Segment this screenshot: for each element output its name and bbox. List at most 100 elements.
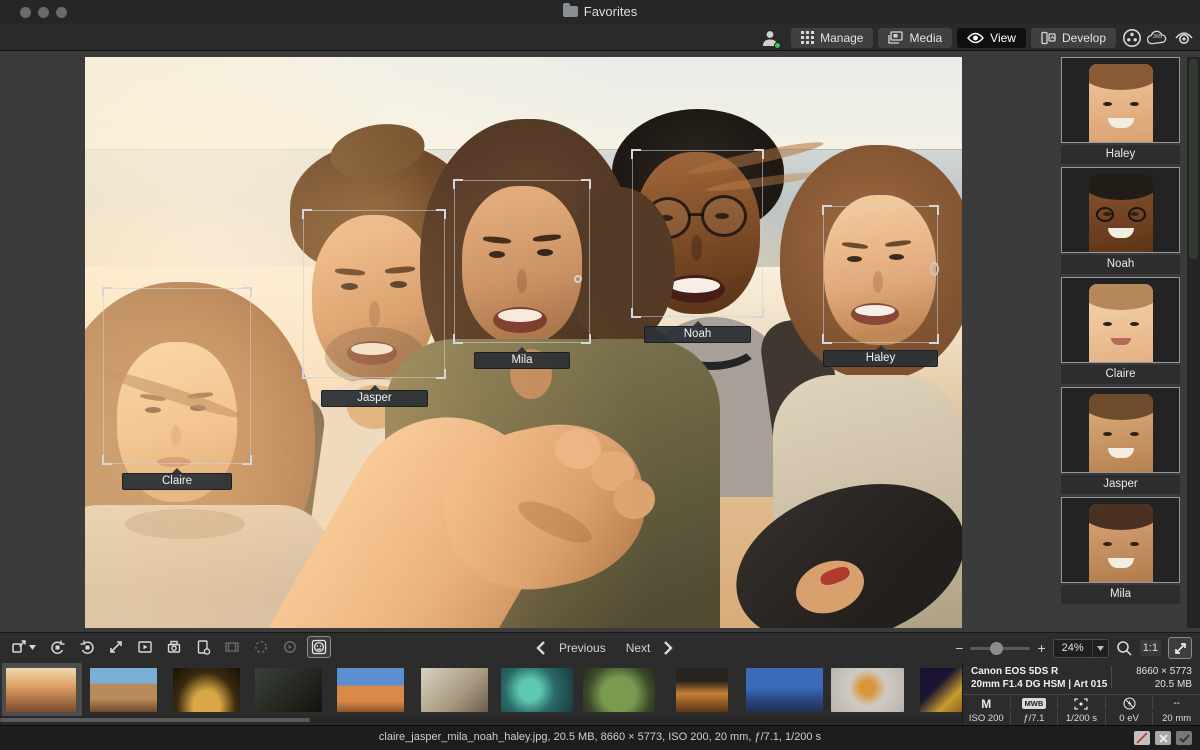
actual-size-button[interactable] (104, 636, 128, 658)
tab-develop-label: Develop (1062, 31, 1106, 45)
filmstrip-thumb-canyon-dam[interactable] (90, 668, 157, 712)
tab-view[interactable]: View (957, 28, 1026, 48)
slideshow-button[interactable] (133, 636, 157, 658)
flash-value: -- (1173, 698, 1180, 709)
zoom-out-button[interactable]: − (955, 640, 963, 656)
fit-image-button[interactable] (1168, 637, 1192, 659)
person-name-mila[interactable]: Mila (1061, 585, 1180, 604)
person-cell-noah[interactable]: Noah (1061, 167, 1180, 274)
panel-scrollbar-thumb[interactable] (1189, 59, 1198, 259)
filmstrip-scrollbar[interactable] (0, 717, 962, 723)
thumb-eye (1130, 322, 1139, 326)
person-name-haley[interactable]: Haley (1061, 145, 1180, 164)
filmstrip-thumb-group-selfie[interactable] (6, 668, 76, 712)
thumb-hair (1089, 64, 1153, 90)
selection-button[interactable] (249, 636, 273, 658)
person-cell-claire[interactable]: Claire (1061, 277, 1180, 384)
face-box-claire[interactable] (103, 288, 251, 464)
flash-off-icon (1123, 697, 1136, 710)
person-cell-haley[interactable]: Haley (1061, 57, 1180, 164)
tab-manage[interactable]: Manage (791, 28, 873, 48)
face-box-noah[interactable] (632, 150, 763, 317)
filmstrip-thumb-amber-necklace[interactable] (831, 668, 904, 712)
quick-view-icon[interactable] (1173, 27, 1194, 48)
face-box-haley[interactable] (823, 206, 938, 343)
previous-button[interactable]: Previous (559, 641, 606, 655)
thumb-smile (1108, 118, 1134, 128)
tab-view-label: View (990, 31, 1016, 45)
rotate-left-button[interactable] (46, 636, 70, 658)
person-name-jasper[interactable]: Jasper (1061, 475, 1180, 494)
next-button[interactable]: Next (626, 641, 651, 655)
filmstrip-thumb-castle-dusk[interactable] (746, 668, 823, 712)
person-thumb-jasper[interactable] (1061, 387, 1180, 473)
corner-bracket (631, 308, 641, 318)
filmstrip-thumb-cactus[interactable] (583, 668, 655, 712)
reject-flag-icon[interactable] (1134, 731, 1150, 745)
person-cell-jasper[interactable]: Jasper (1061, 387, 1180, 494)
tab-develop[interactable]: Develop (1031, 28, 1116, 48)
face-tag-jasper[interactable]: Jasper (321, 390, 428, 407)
corner-bracket (929, 205, 939, 215)
zoom-in-button[interactable]: + (1037, 640, 1045, 656)
exif-info-panel: Canon EOS 5DS R 8660 × 5773 20mm F1.4 DG… (962, 662, 1200, 725)
cloud-365-icon[interactable]: 365 (1147, 27, 1168, 48)
zoom-level-dropdown[interactable]: 24% (1053, 639, 1109, 658)
face-tag-haley[interactable]: Haley (823, 350, 938, 367)
filmstrip-thumb-dark-statue[interactable] (255, 668, 322, 712)
face-box-jasper[interactable] (303, 210, 445, 378)
filmstrip-thumb-golden-temple[interactable] (920, 668, 962, 712)
filmstrip-thumb-sepia-etching[interactable] (421, 668, 488, 712)
shutter-value: 1/200 s (1058, 712, 1106, 726)
corner-bracket (302, 369, 312, 379)
corner-bracket (453, 334, 463, 344)
tag-check-icon[interactable] (1176, 731, 1192, 745)
clear-flag-icon[interactable] (1155, 731, 1171, 745)
person-thumb-mila[interactable] (1061, 497, 1180, 583)
ev-value: 0 eV (1106, 712, 1154, 726)
person-thumb-claire[interactable] (1061, 277, 1180, 363)
auto-advance-button[interactable] (278, 636, 302, 658)
top-toolbar: Manage Media View Develop 365 (0, 24, 1200, 51)
person-name-noah[interactable]: Noah (1061, 255, 1180, 274)
filmstrip-scrollbar-thumb[interactable] (0, 718, 310, 722)
person-name-claire[interactable]: Claire (1061, 365, 1180, 384)
photo-canvas[interactable]: Claire Jasper Mila Noah Haley (85, 57, 962, 628)
title-bar: Favorites (0, 0, 1200, 24)
viewer-toolbar: Previous Next − + 24% 1:1 (0, 632, 1200, 662)
corner-bracket (436, 209, 446, 219)
face-tag-mila[interactable]: Mila (474, 352, 570, 369)
person-thumb-haley[interactable] (1061, 57, 1180, 143)
info-divider (1111, 666, 1112, 688)
zoom-slider-thumb[interactable] (990, 642, 1003, 655)
person-thumb-noah[interactable] (1061, 167, 1180, 253)
zoom-slider[interactable] (970, 647, 1030, 650)
filmstrip-thumb-desert-ridge[interactable] (337, 668, 404, 712)
panel-scrollbar[interactable] (1187, 57, 1200, 628)
corner-bracket (631, 149, 641, 159)
account-icon[interactable] (760, 28, 780, 48)
filmstrip-thumb-teal-gear[interactable] (501, 668, 573, 712)
chevron-right-icon (664, 641, 673, 655)
person-cell-mila[interactable]: Mila (1061, 497, 1180, 604)
thumb-hair (1089, 394, 1153, 420)
filmstrip-thumb-canyon-night[interactable] (676, 668, 728, 712)
focus-mode-icon (1074, 698, 1088, 710)
face-box-mila[interactable] (454, 180, 590, 343)
filmstrip-thumb-night-arch[interactable] (173, 668, 240, 712)
export-button[interactable] (5, 636, 41, 658)
filmstrip-toggle-button[interactable] (220, 636, 244, 658)
rotate-right-button[interactable] (75, 636, 99, 658)
extract-frame-button[interactable] (191, 636, 215, 658)
face-tag-noah-label: Noah (684, 328, 712, 340)
film-reel-icon[interactable] (1121, 27, 1142, 48)
face-tag-noah[interactable]: Noah (644, 326, 751, 343)
show-face-outlines-button[interactable] (307, 636, 331, 658)
corner-bracket (822, 205, 832, 215)
print-button[interactable] (162, 636, 186, 658)
actual-pixels-button[interactable]: 1:1 (1140, 640, 1161, 656)
corner-bracket (822, 334, 832, 344)
face-tag-claire[interactable]: Claire (122, 473, 232, 490)
zoom-tool-icon[interactable] (1116, 640, 1133, 657)
tab-media[interactable]: Media (878, 28, 952, 48)
